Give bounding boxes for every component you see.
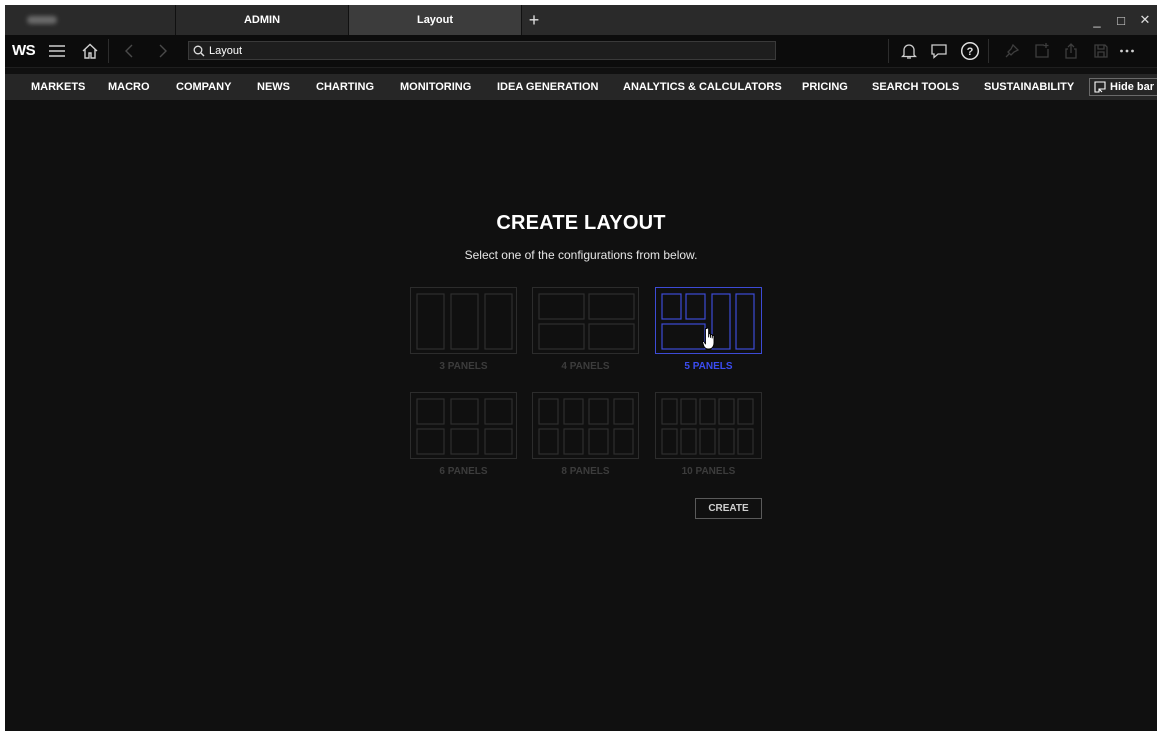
pin-icon[interactable] [1000,39,1024,63]
menu-item-monitoring[interactable]: MONITORING [400,74,471,100]
layout-6-panels-icon [416,398,513,455]
menu-item-charting[interactable]: CHARTING [316,74,374,100]
layout-option-5-label: 5 PANELS [684,361,733,372]
menu-item-idea-generation[interactable]: IDEA GENERATION [497,74,598,100]
layout-8-panels-icon [538,398,634,455]
layout-option-4-label: 4 PANELS [561,361,610,372]
new-window-icon[interactable] [1030,39,1054,63]
hide-bar-label: Hide bar [1110,81,1155,93]
tab-layout-label: Layout [416,14,454,26]
maximize-button[interactable]: □ [1109,13,1133,28]
menu-item-macro[interactable]: MACRO [108,74,150,100]
app-logo: WS [12,42,36,59]
layout-10-panels-icon [661,398,754,455]
menu-item-markets[interactable]: MARKETS [31,74,85,100]
tab-blurred[interactable] [5,5,176,35]
tab-admin[interactable]: ADMIN [176,5,349,35]
layout-option-6-panels[interactable] [410,392,517,459]
main-menu-bar: MARKETS MACRO COMPANY NEWS CHARTING MONI… [5,74,1157,100]
toolbar-divider [888,39,889,63]
layout-option-3-panels[interactable] [410,287,517,354]
layout-option-10-label: 10 PANELS [681,466,736,477]
layout-option-3-label: 3 PANELS [439,361,488,372]
layout-4-panels-icon [538,293,635,350]
layout-option-10-panels[interactable] [655,392,762,459]
close-button[interactable]: ✕ [1133,12,1157,28]
menu-item-pricing[interactable]: PRICING [802,74,848,100]
hand-cursor-icon [702,327,715,350]
minimize-button[interactable]: _ [1085,13,1109,28]
menu-item-analytics-calculators[interactable]: ANALYTICS & CALCULATORS [623,74,782,100]
create-button[interactable]: CREATE [695,498,762,519]
back-icon[interactable] [117,39,141,63]
layout-option-8-panels[interactable] [532,392,639,459]
export-icon[interactable] [1059,39,1083,63]
more-icon[interactable] [1115,39,1139,63]
layout-option-6-label: 6 PANELS [439,466,488,477]
svg-text:?: ? [967,46,974,58]
window-controls: _ □ ✕ [1085,5,1157,35]
search-box[interactable] [188,41,776,60]
toolbar-divider [108,39,109,63]
layout-option-8-label: 8 PANELS [561,466,610,477]
hide-bar-button[interactable]: Hide bar [1089,78,1157,96]
toolbar: WS ? [5,35,1157,68]
save-icon[interactable] [1089,39,1113,63]
app-window: ADMIN Layout + _ □ ✕ WS Layout ? MARKETS… [5,5,1157,731]
tab-admin-label: ADMIN [243,14,281,26]
tab-layout[interactable]: Layout [349,5,522,35]
hide-bar-icon [1094,81,1106,93]
menu-item-sustainability[interactable]: SUSTAINABILITY [984,74,1074,100]
page-title: CREATE LAYOUT [496,212,666,234]
bell-icon[interactable] [897,39,921,63]
page-subtitle: Select one of the configurations from be… [464,248,698,262]
home-icon[interactable] [78,39,102,63]
menu-item-search-tools[interactable]: SEARCH TOOLS [872,74,959,100]
help-icon[interactable]: ? [958,39,982,63]
search-icon [189,45,209,57]
layout-option-4-panels[interactable] [532,287,639,354]
menu-item-company[interactable]: COMPANY [176,74,231,100]
menu-item-news[interactable]: NEWS [257,74,290,100]
new-tab-button[interactable]: + [521,5,547,35]
layout-3-panels-icon [416,293,513,350]
blurred-label [27,16,57,24]
menu-icon[interactable] [45,39,69,63]
search-input[interactable] [209,44,749,57]
toolbar-divider [988,39,989,63]
chat-icon[interactable] [927,39,951,63]
title-bar: ADMIN Layout + _ □ ✕ [5,5,1157,35]
forward-icon[interactable] [151,39,175,63]
